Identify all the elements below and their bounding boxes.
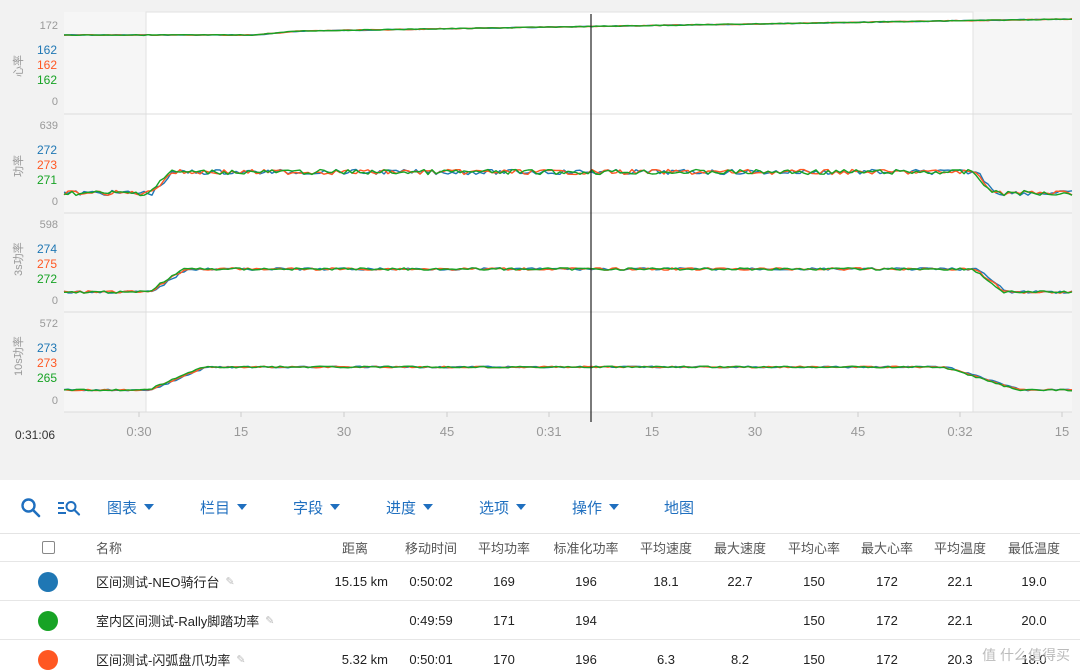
cell-max-hr: 172 — [876, 573, 898, 589]
activity-name[interactable]: 区间测试-NEO骑行台 ✎ — [96, 562, 235, 600]
watermark: 值 什么值得买 — [982, 647, 1070, 663]
cell-moving-time: 0:50:02 — [409, 573, 453, 589]
cell-np: 196 — [575, 573, 597, 589]
cell-min-temp: 20.0 — [1021, 612, 1047, 628]
cell-distance: 15.15 km — [334, 573, 388, 589]
zoom-list-icon[interactable] — [56, 496, 81, 520]
header-avg-temp[interactable]: 平均温度 — [930, 534, 990, 561]
series-color-dot[interactable] — [38, 572, 58, 592]
cell-max-hr: 172 — [876, 651, 898, 667]
header-max-hr[interactable]: 最大心率 — [857, 534, 917, 561]
x-tick-label: 15 — [644, 424, 660, 439]
menu-options[interactable]: 选项 — [479, 497, 527, 518]
header-distance[interactable]: 距离 — [330, 534, 380, 561]
chevron-down-icon — [609, 504, 620, 511]
header-np[interactable]: 标准化功率 — [548, 534, 624, 561]
pane-max-label: 572 — [39, 318, 58, 330]
chart-plot[interactable] — [0, 0, 1080, 480]
cell-avg-hr: 150 — [803, 651, 825, 667]
x-tick-label: 0:31 — [536, 424, 562, 439]
select-all-checkbox[interactable] — [42, 541, 55, 554]
cell-avg-speed: 18.1 — [653, 573, 679, 589]
series-color-dot[interactable] — [38, 611, 58, 631]
cell-min-temp: 19.0 — [1021, 573, 1047, 589]
edit-icon[interactable]: ✎ — [236, 653, 245, 666]
cell-distance: 5.32 km — [341, 651, 388, 667]
activity-table: 名称 距离 移动时间 平均功率 标准化功率 平均速度 最大速度 平均心率 最大心… — [0, 533, 1080, 671]
x-tick-label: 30 — [747, 424, 763, 439]
chevron-down-icon — [330, 504, 341, 511]
cell-distance — [318, 601, 388, 639]
menu-columns[interactable]: 栏目 — [200, 497, 248, 518]
app-window: 172 0 162 162 162 心率 639 0 272 273 271 功率 598 0 274 275… — [0, 0, 1080, 671]
x-tick-label: 15 — [1054, 424, 1070, 439]
cell-max-speed — [710, 601, 770, 639]
toolbar: 图表 栏目 字段 进度 选项 操作 地图 — [0, 488, 1080, 528]
menu-chart[interactable]: 图表 — [107, 497, 155, 518]
cell-avg-power: 171 — [493, 612, 515, 628]
cell-avg-speed: 6.3 — [656, 651, 676, 667]
x-tick-label: 15 — [233, 424, 249, 439]
chart-area[interactable]: 172 0 162 162 162 心率 639 0 272 273 271 功率 598 0 274 275… — [0, 0, 1080, 480]
header-avg-hr[interactable]: 平均心率 — [784, 534, 844, 561]
cell-np: 196 — [575, 651, 597, 667]
chevron-down-icon — [144, 504, 155, 511]
header-avg-speed[interactable]: 平均速度 — [636, 534, 696, 561]
cell-avg-power: 170 — [493, 651, 515, 667]
series-color-dot[interactable] — [38, 650, 58, 670]
activity-name-text: 室内区间测试-Rally脚踏功率 — [96, 613, 260, 629]
header-moving-time[interactable]: 移动时间 — [400, 534, 462, 561]
header-avg-power[interactable]: 平均功率 — [474, 534, 534, 561]
x-tick-label: 0:32 — [947, 424, 973, 439]
cell-np: 194 — [575, 612, 597, 628]
cursor-time-readout: 0:31:06 — [15, 428, 56, 442]
cell-moving-time: 0:49:59 — [409, 612, 453, 628]
table-row[interactable]: 室内区间测试-Rally脚踏功率 ✎ 0:49:59 171 194 150 172 22.1… — [0, 601, 1080, 640]
x-tick-label: 30 — [336, 424, 352, 439]
header-max-speed[interactable]: 最大速度 — [710, 534, 770, 561]
chevron-down-icon — [423, 504, 434, 511]
cell-avg-hr: 150 — [803, 612, 825, 628]
menu-actions[interactable]: 操作 — [572, 497, 620, 518]
cell-avg-hr: 150 — [803, 573, 825, 589]
activity-name[interactable]: 室内区间测试-Rally脚踏功率 ✎ — [96, 601, 274, 639]
x-tick-label: 0:30 — [126, 424, 152, 439]
cell-moving-time: 0:50:01 — [409, 651, 453, 667]
activity-name[interactable]: 区间测试-闪弧盘爪功率 ✎ — [96, 640, 246, 671]
menu-progress[interactable]: 进度 — [386, 497, 434, 518]
cell-max-speed: 22.7 — [727, 573, 753, 589]
cell-max-speed: 8.2 — [730, 651, 750, 667]
menu-map[interactable]: 地图 — [664, 497, 694, 518]
pane-zero-label: 0 — [51, 395, 58, 407]
activity-name-text: 区间测试-闪弧盘爪功率 — [96, 652, 231, 668]
header-min-temp[interactable]: 最低温度 — [1004, 534, 1064, 561]
header-name[interactable]: 名称 — [96, 534, 122, 561]
cell-avg-temp: 22.1 — [947, 612, 973, 628]
activity-name-text: 区间测试-NEO骑行台 — [96, 574, 220, 590]
cell-avg-temp: 22.1 — [947, 573, 973, 589]
pane-axis-title: 10s功率 — [13, 336, 25, 376]
edit-icon[interactable]: ✎ — [265, 614, 274, 627]
cell-max-hr: 172 — [876, 612, 898, 628]
x-tick-label: 45 — [850, 424, 866, 439]
chevron-down-icon — [237, 504, 248, 511]
cell-avg-power: 169 — [493, 573, 515, 589]
edit-icon[interactable]: ✎ — [226, 575, 235, 588]
pane-label-group: 572 0 273 273 265 10s功率 — [0, 0, 60, 480]
cell-avg-speed — [636, 601, 696, 639]
search-icon[interactable] — [19, 496, 43, 520]
table-row[interactable]: 区间测试-NEO骑行台 ✎ 15.15 km 0:50:02 169 196 18.1 22.… — [0, 562, 1080, 601]
chevron-down-icon — [516, 504, 527, 511]
x-tick-label: 45 — [439, 424, 455, 439]
selection-range — [145, 11, 974, 413]
cell-avg-temp: 20.3 — [947, 651, 973, 667]
table-row[interactable]: 区间测试-闪弧盘爪功率 ✎ 5.32 km 0:50:01 170 196 6.3 8.2 15… — [0, 640, 1080, 671]
menu-fields[interactable]: 字段 — [293, 497, 341, 518]
table-header: 名称 距离 移动时间 平均功率 标准化功率 平均速度 最大速度 平均心率 最大心… — [0, 534, 1080, 562]
